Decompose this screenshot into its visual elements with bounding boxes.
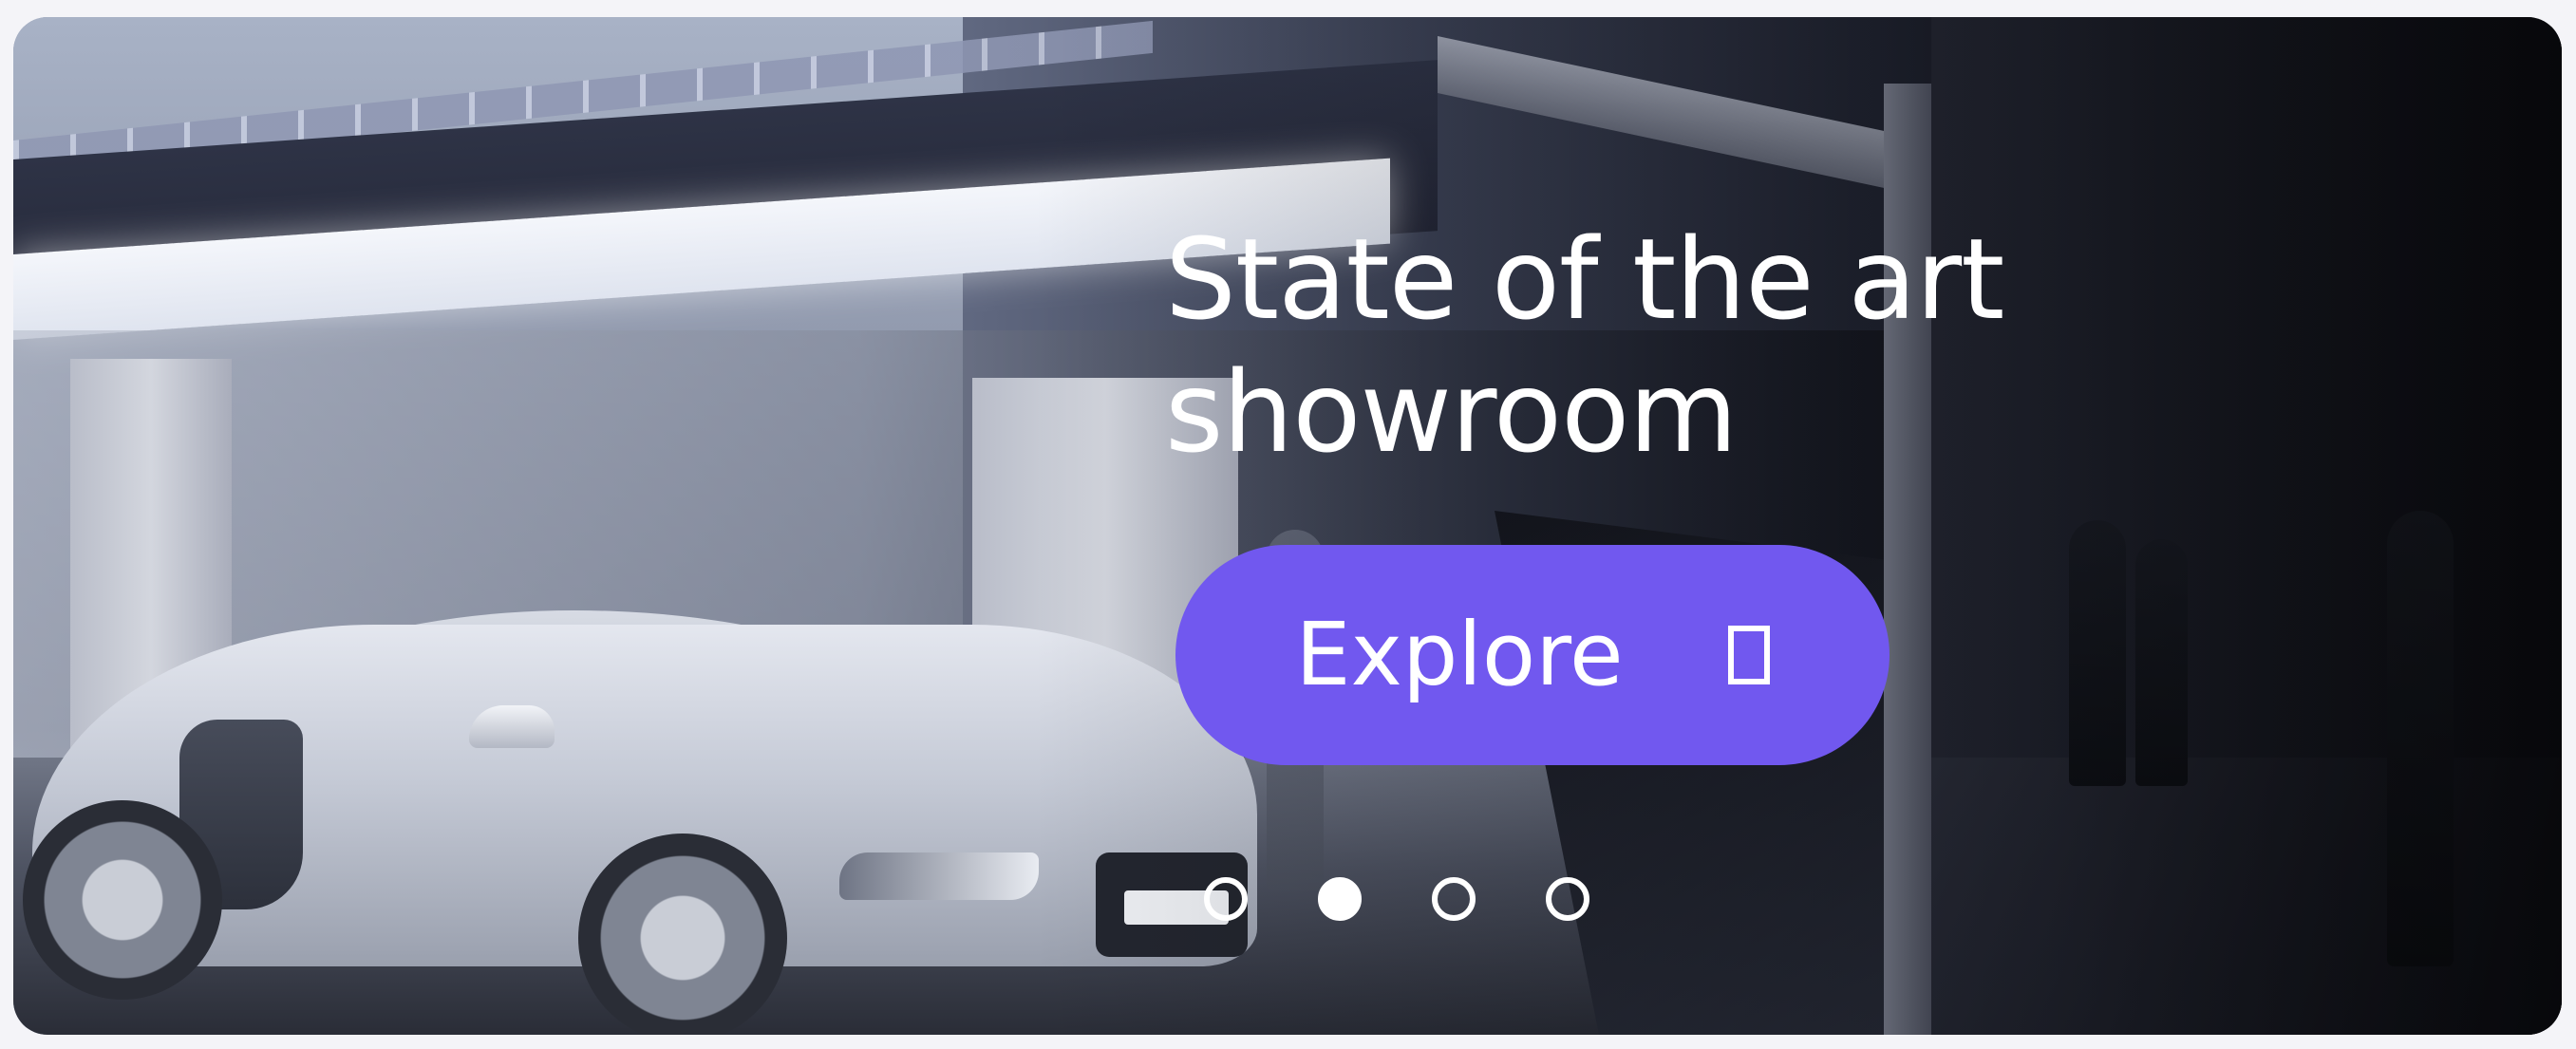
carousel-pagination — [1204, 877, 1589, 921]
explore-button-label: Explore — [1295, 604, 1624, 705]
carousel-dot-2[interactable] — [1318, 877, 1362, 921]
hero-headline: State of the art showroom — [1165, 214, 2004, 478]
arrow-right-icon — [1727, 626, 1770, 684]
carousel-dot-4[interactable] — [1546, 877, 1589, 921]
carousel-dot-1[interactable] — [1204, 877, 1248, 921]
explore-button[interactable]: Explore — [1175, 545, 1890, 765]
carousel-dot-3[interactable] — [1432, 877, 1476, 921]
